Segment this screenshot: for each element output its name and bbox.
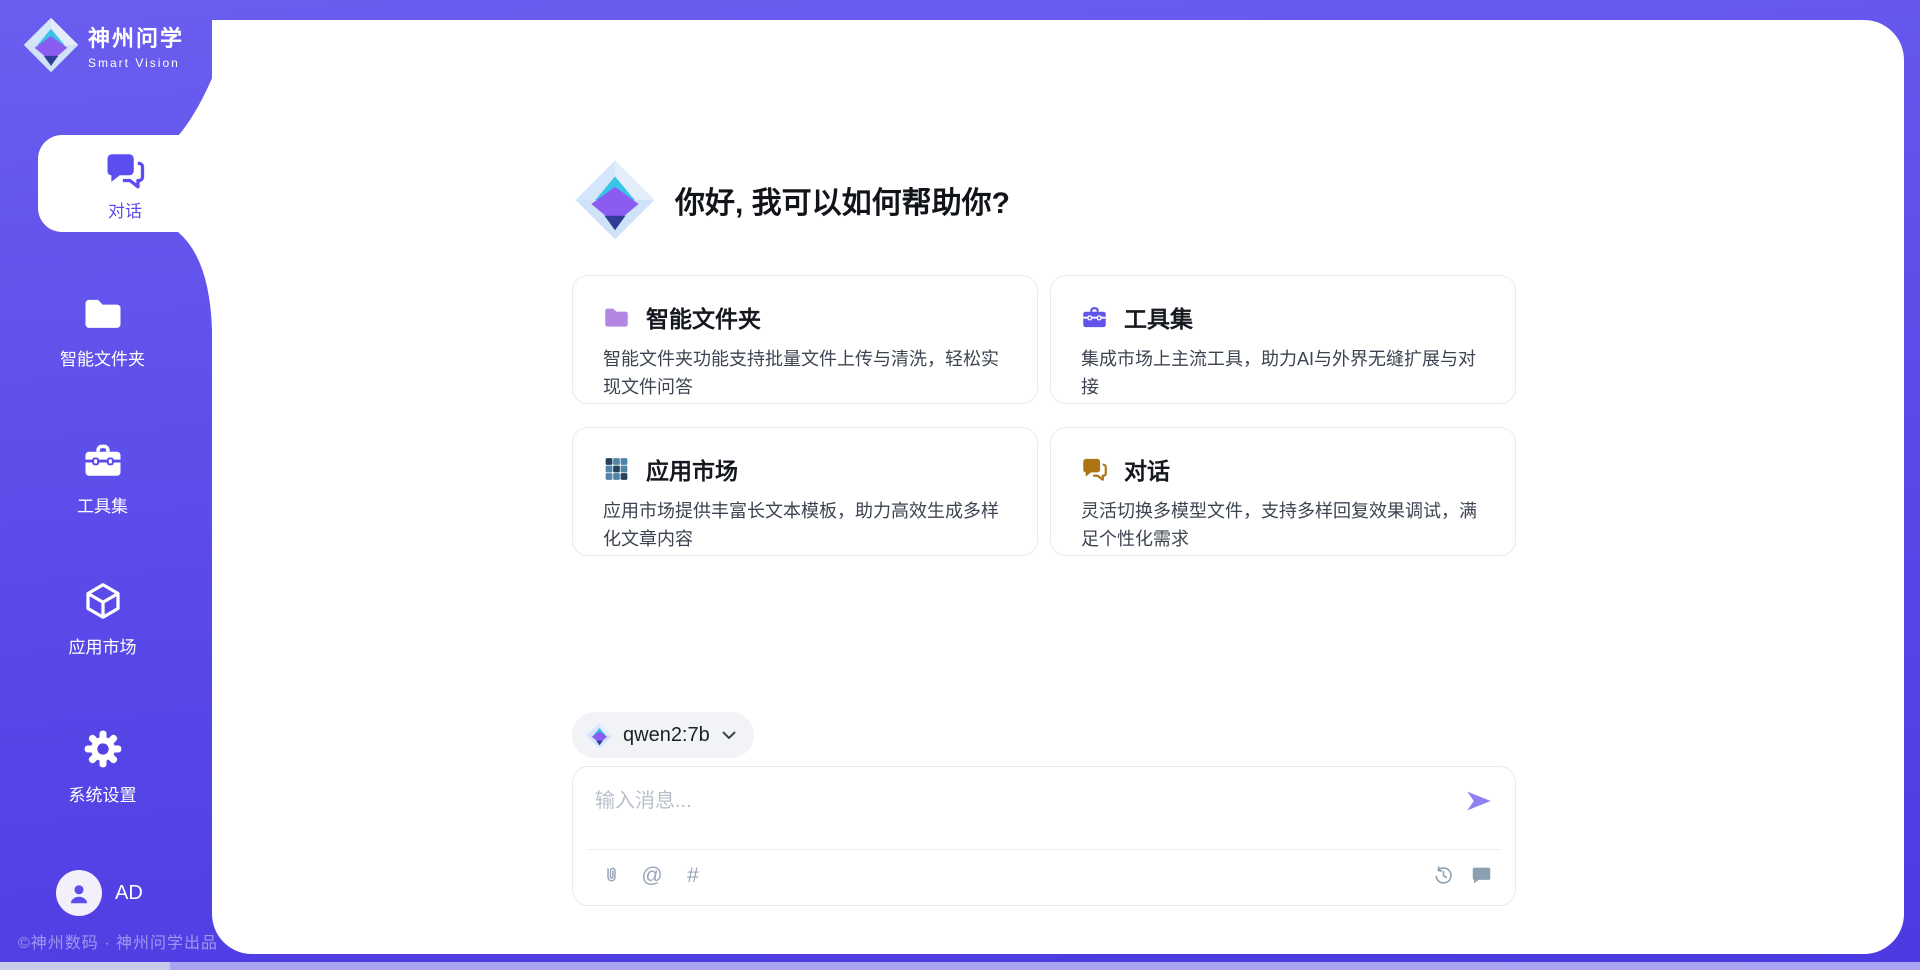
folder-icon (82, 293, 124, 333)
attach-file-button[interactable] (599, 863, 623, 887)
toolbox-icon (1081, 304, 1108, 330)
card-smart-folder[interactable]: 智能文件夹 智能文件夹功能支持批量文件上传与清洗，轻松实现文件问答 (572, 275, 1038, 404)
diamond-logo-icon (573, 158, 657, 242)
person-icon (66, 880, 92, 906)
toolbox-icon (82, 440, 124, 480)
card-description: 应用市场提供丰富长文本模板，助力高效生成多样化文章内容 (603, 497, 1007, 553)
greeting-block: 你好, 我可以如何帮助你? (573, 158, 1010, 242)
chat-icon (1081, 456, 1108, 482)
card-title: 智能文件夹 (646, 300, 761, 334)
paperclip-icon (601, 865, 622, 886)
sidebar-item-settings[interactable]: 系统设置 (0, 729, 205, 806)
greeting-title: 你好, 我可以如何帮助你? (675, 178, 1010, 222)
bottom-strip (0, 962, 1920, 970)
user-initials: AD (115, 882, 143, 905)
chat-bubble-icon (1471, 865, 1492, 886)
at-icon: @ (641, 865, 662, 886)
sidebar-item-label: 工具集 (0, 492, 205, 517)
mention-button[interactable]: @ (640, 863, 664, 887)
card-description: 灵活切换多模型文件，支持多样回复效果调试，满足个性化需求 (1081, 497, 1485, 553)
sidebar-item-label: 对话 (38, 197, 212, 222)
sidebar-item-label: 应用市场 (0, 633, 205, 658)
folder-icon (603, 304, 630, 330)
diamond-logo-icon (586, 722, 613, 749)
copyright-footer: ©神州数码 · 神州问学出品 (18, 929, 218, 953)
card-title: 对话 (1124, 452, 1170, 486)
card-title: 工具集 (1124, 300, 1193, 334)
brand-subtitle: Smart Vision (88, 56, 184, 70)
sidebar-item-toolset[interactable]: 工具集 (0, 440, 205, 517)
conversation-button[interactable] (1469, 863, 1493, 887)
card-description: 智能文件夹功能支持批量文件上传与清洗，轻松实现文件问答 (603, 345, 1007, 401)
brand-logo-block: 神州问学 Smart Vision (22, 16, 184, 74)
gear-icon (82, 729, 124, 769)
message-composer: @ # (572, 766, 1516, 906)
model-name: qwen2:7b (623, 724, 710, 747)
hashtag-button[interactable]: # (681, 863, 705, 887)
feature-cards: 智能文件夹 智能文件夹功能支持批量文件上传与清洗，轻松实现文件问答 工具集 集成… (572, 275, 1516, 556)
chevron-down-icon (722, 731, 736, 740)
sidebar-item-label: 系统设置 (0, 781, 205, 806)
sidebar-item-label: 智能文件夹 (0, 345, 205, 370)
hash-icon: # (687, 865, 699, 886)
user-account[interactable]: AD (56, 870, 143, 916)
sidebar-item-chat[interactable]: 对话 (38, 135, 212, 232)
sidebar-item-smart-folder[interactable]: 智能文件夹 (0, 293, 205, 370)
chat-icon (104, 150, 146, 190)
card-toolset[interactable]: 工具集 集成市场上主流工具，助力AI与外界无缝扩展与对接 (1050, 275, 1516, 404)
cube-icon (82, 581, 124, 621)
message-input[interactable] (595, 785, 1455, 817)
sidebar-item-app-market[interactable]: 应用市场 (0, 581, 205, 658)
card-title: 应用市场 (646, 452, 738, 486)
avatar (56, 870, 102, 916)
send-icon[interactable] (1465, 787, 1493, 815)
model-selector[interactable]: qwen2:7b (572, 712, 754, 758)
history-button[interactable] (1431, 863, 1455, 887)
card-description: 集成市场上主流工具，助力AI与外界无缝扩展与对接 (1081, 345, 1485, 401)
composer-divider (587, 849, 1501, 850)
card-app-market[interactable]: 应用市场 应用市场提供丰富长文本模板，助力高效生成多样化文章内容 (572, 427, 1038, 556)
diamond-logo-icon (22, 16, 80, 74)
card-chat[interactable]: 对话 灵活切换多模型文件，支持多样回复效果调试，满足个性化需求 (1050, 427, 1516, 556)
brand-name: 神州问学 (88, 21, 184, 53)
history-icon (1433, 865, 1454, 886)
grid-icon (603, 456, 630, 482)
